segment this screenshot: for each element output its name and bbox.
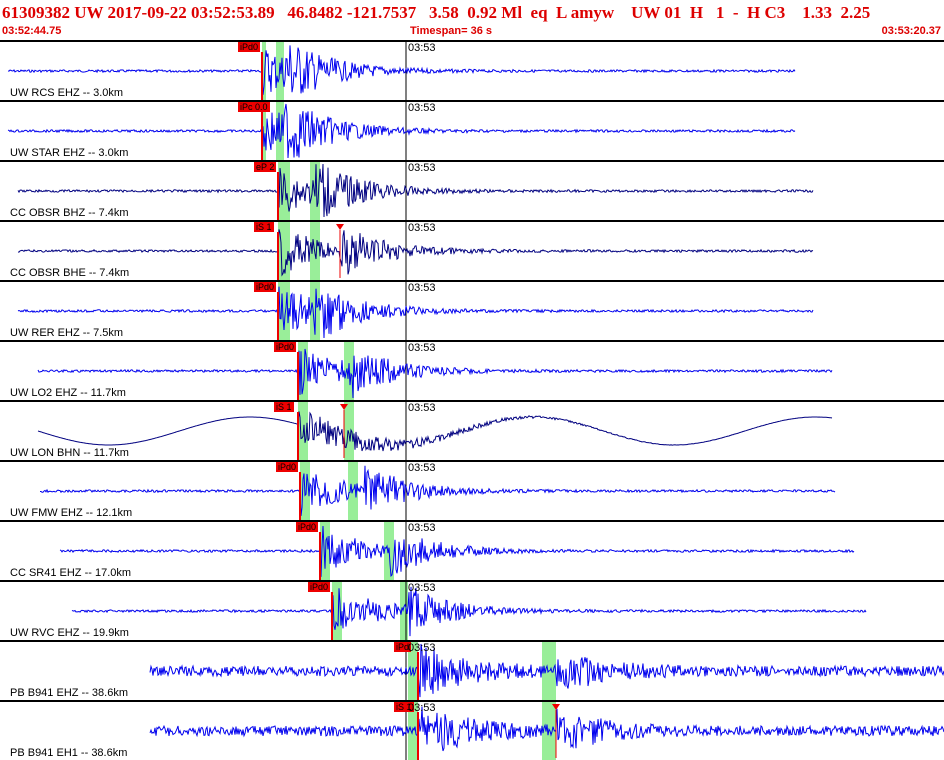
phase-pick-label[interactable]: iPc 0.0 xyxy=(238,102,270,112)
seismogram-panel[interactable]: iPd0 03:53 CC SR41 EHZ -- 17.0km xyxy=(0,520,944,580)
seismogram-panel[interactable]: iS 1 03:53 UW LON BHN -- 11.7km xyxy=(0,400,944,460)
waveform-trace xyxy=(17,229,814,277)
analysis-window-band xyxy=(344,402,354,460)
channel-label: UW FMW EHZ -- 12.1km xyxy=(10,507,133,519)
waveform-trace xyxy=(37,348,833,399)
waveform-plot xyxy=(149,702,944,760)
seismogram-panel[interactable]: eP 2 03:53 CC OBSR BHZ -- 7.4km xyxy=(0,160,944,220)
minute-label: 03:53 xyxy=(408,522,436,534)
seismogram-panel[interactable]: iS 1 03:53 PB B941 EH1 -- 38.6km xyxy=(0,700,944,760)
phase-pick-label[interactable]: iS 1 xyxy=(254,222,274,232)
channel-label: PB B941 EH1 -- 38.6km xyxy=(10,747,128,759)
waveform-plot xyxy=(17,162,814,220)
waveform-plot xyxy=(149,642,944,700)
channel-label: UW LO2 EHZ -- 11.7km xyxy=(10,387,126,399)
waveform-trace xyxy=(37,411,833,452)
seismogram-panel[interactable]: iS 1 03:53 CC OBSR BHE -- 7.4km xyxy=(0,220,944,280)
minute-label: 03:53 xyxy=(408,702,436,714)
waveform-plot xyxy=(7,102,796,160)
start-time: 03:52:44.75 xyxy=(2,25,62,37)
channel-label: UW RER EHZ -- 7.5km xyxy=(10,327,124,339)
waveform-plot xyxy=(17,282,814,340)
channel-label: CC OBSR BHZ -- 7.4km xyxy=(10,207,129,219)
seismogram-panels: iPd0 03:53 UW RCS EHZ -- 3.0km iPc 0.0 03:53… xyxy=(0,40,944,760)
event-title: 61309382 UW 2017-09-22 03:52:53.89 46.84… xyxy=(2,3,871,22)
minute-label: 03:53 xyxy=(408,282,436,294)
phase-pick-label[interactable]: iPd0 xyxy=(296,522,319,532)
minute-label: 03:53 xyxy=(408,582,436,594)
waveform-plot xyxy=(40,462,836,520)
phase-pick-label[interactable]: iPd0 xyxy=(238,42,261,52)
waveform-plot xyxy=(71,582,867,640)
waveform-plot xyxy=(7,42,796,100)
end-time: 03:53:20.37 xyxy=(881,25,941,37)
minute-label: 03:53 xyxy=(408,642,436,654)
channel-label: CC OBSR BHE -- 7.4km xyxy=(10,267,130,279)
seismogram-panel[interactable]: iPd0 03:53 UW RVC EHZ -- 19.9km xyxy=(0,580,944,640)
seismogram-panel[interactable]: iPd 03:53 PB B941 EHZ -- 38.6km xyxy=(0,640,944,700)
seismogram-panel[interactable]: iPd0 03:53 UW LO2 EHZ -- 11.7km xyxy=(0,340,944,400)
channel-label: UW RCS EHZ -- 3.0km xyxy=(10,87,124,99)
minute-label: 03:53 xyxy=(408,162,436,174)
timespan: Timespan= 36 s xyxy=(410,25,493,37)
seismogram-panel[interactable]: iPd0 03:53 UW RER EHZ -- 7.5km xyxy=(0,280,944,340)
phase-pick-label[interactable]: iPd0 xyxy=(254,282,277,292)
phase-pick-label[interactable]: iPd0 xyxy=(274,342,297,352)
channel-label: UW RVC EHZ -- 19.9km xyxy=(10,627,129,639)
waveform-trace xyxy=(59,525,855,578)
waveform-plot xyxy=(17,222,814,280)
waveform-trace xyxy=(71,586,867,637)
waveform-trace xyxy=(17,286,814,339)
phase-pick-label[interactable]: iPd0 xyxy=(308,582,331,592)
minute-label: 03:53 xyxy=(408,222,436,234)
minute-label: 03:53 xyxy=(408,402,436,414)
event-header: 61309382 UW 2017-09-22 03:52:53.89 46.84… xyxy=(0,0,944,40)
phase-pick-label[interactable]: eP 2 xyxy=(254,162,277,172)
waveform-trace xyxy=(40,465,836,517)
minute-label: 03:53 xyxy=(408,42,436,54)
waveform-plot xyxy=(37,402,833,460)
seismogram-panel[interactable]: iPd0 03:53 UW FMW EHZ -- 12.1km xyxy=(0,460,944,520)
minute-label: 03:53 xyxy=(408,342,436,354)
waveform-plot xyxy=(37,342,833,400)
channel-label: UW LON BHN -- 11.7km xyxy=(10,447,129,459)
waveform-trace xyxy=(7,45,796,95)
phase-pick-label[interactable]: iPd0 xyxy=(276,462,299,472)
minute-label: 03:53 xyxy=(408,462,436,474)
waveform-plot xyxy=(59,522,855,580)
phase-pick-label[interactable]: iS 1 xyxy=(274,402,294,412)
s-pick-marker xyxy=(336,224,344,230)
channel-label: PB B941 EHZ -- 38.6km xyxy=(10,687,128,699)
seismogram-panel[interactable]: iPc 0.0 03:53 UW STAR EHZ -- 3.0km xyxy=(0,100,944,160)
minute-label: 03:53 xyxy=(408,102,436,114)
channel-label: CC SR41 EHZ -- 17.0km xyxy=(10,567,132,579)
channel-label: UW STAR EHZ -- 3.0km xyxy=(10,147,129,159)
seismogram-panel[interactable]: iPd0 03:53 UW RCS EHZ -- 3.0km xyxy=(0,40,944,100)
